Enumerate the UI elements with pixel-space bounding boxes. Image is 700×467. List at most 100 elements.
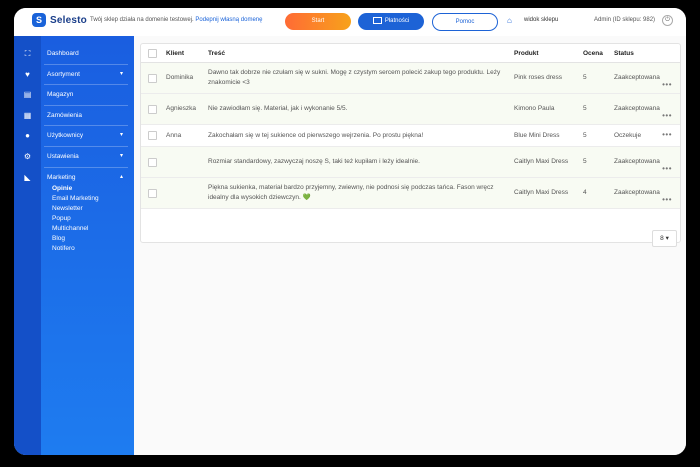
view-shop-link[interactable]: widok sklepu [524,17,558,23]
column-header-score[interactable]: Ocena [583,44,614,63]
row-checkbox[interactable] [148,157,157,167]
client-cell: Anna [166,124,208,147]
table-row[interactable]: Rozmiar standardowy, zazwyczaj noszę S, … [141,146,680,178]
column-header-product[interactable]: Produkt [514,44,583,63]
more-options-icon[interactable]: ••• [662,81,672,89]
sidebar-item-warehouse[interactable]: ▤ Magazyn [14,85,134,106]
sidebar-item-dashboard[interactable]: ⛶ Dashboard [14,44,134,65]
column-header-status[interactable]: Status [614,44,680,63]
status-cell: Zaakceptowana ••• [614,146,680,178]
select-all-cell [141,44,166,63]
table-row[interactable]: Agnieszka Nie zawiodłam się. Materiał, j… [141,93,680,125]
notice-text: Twój sklep działa na domenie testowej. [90,17,194,23]
row-checkbox[interactable] [148,73,157,83]
home-icon[interactable]: ⌂ [507,17,515,25]
submenu-item-popup[interactable]: Popup [52,214,99,224]
reviews-table: Klient Treść Produkt Ocena Status Domini… [141,44,680,209]
select-all-checkbox[interactable] [148,48,157,58]
product-cell: Pink roses dress [514,62,583,94]
status-cell: Zaakceptowana ••• [614,93,680,125]
client-cell [166,177,208,209]
chevron-down-icon: ▾ [120,132,124,139]
domain-notice: Twój sklep działa na domenie testowej. P… [90,17,262,23]
page-size-value: 8 [660,235,664,242]
table-row[interactable]: Dominika Dawno tak dobrze nie czułam się… [141,62,680,94]
app-window: S Selesto Twój sklep działa na domenie t… [14,8,686,455]
marketing-submenu: Opinie Email Marketing Newsletter Popup … [52,184,99,254]
notice-link[interactable]: Podepnij własną domenę [195,17,262,23]
chevron-down-icon: ▾ [120,70,124,77]
submenu-item-reviews[interactable]: Opinie [52,184,99,194]
sidebar-item-label: Użytkownicy [47,132,84,140]
user-icon: ● [25,131,30,141]
more-options-icon[interactable]: ••• [662,131,672,139]
help-button[interactable]: Pomoc [432,13,498,31]
sidebar-menu: ⛶ Dashboard ♥ Asortyment ▾ ▤ Magazyn ▦ Z… [14,44,134,188]
content-cell: Dawno tak dobrze nie czułam się w sukni.… [208,62,514,94]
row-checkbox[interactable] [148,131,157,140]
submenu-item-multichannel[interactable]: Multichannel [52,224,99,234]
sidebar-item-orders[interactable]: ▦ Zamówienia [14,106,134,127]
score-cell: 5 [583,93,614,125]
logo-text: Selesto [50,14,87,26]
start-button[interactable]: Start [285,13,351,30]
row-select-cell [141,93,166,125]
payments-label: Płatności [384,18,410,24]
top-bar: S Selesto Twój sklep działa na domenie t… [14,8,686,37]
score-cell: 5 [583,146,614,178]
sidebar-item-label: Dashboard [47,50,79,57]
sidebar-item-settings[interactable]: ⚙ Ustawienia ▾ [14,147,134,168]
sidebar-item-label: Zamówienia [47,111,83,119]
submenu-item-email-marketing[interactable]: Email Marketing [52,194,99,204]
more-options-icon[interactable]: ••• [662,112,672,120]
product-cell: Caitlyn Maxi Dress [514,146,583,178]
admin-label: Admin (ID sklepu: 982) [594,17,656,23]
row-checkbox[interactable] [148,104,157,114]
grid-icon: ⛶ [24,49,31,58]
table-row[interactable]: Anna Zakochałam się w tej sukience od pi… [141,124,680,147]
row-select-cell [141,124,166,147]
more-options-icon[interactable]: ••• [662,165,672,173]
shirt-icon: ♥ [25,69,30,79]
card-icon [372,16,382,24]
submenu-item-newsletter[interactable]: Newsletter [52,204,99,214]
score-cell: 5 [583,124,614,147]
reviews-panel: Klient Treść Produkt Ocena Status Domini… [140,43,681,247]
submenu-item-notifero[interactable]: Notifero [52,244,99,254]
sidebar-item-users[interactable]: ● Użytkownicy ▾ [14,126,134,147]
status-cell: Oczekuje ••• [614,124,680,147]
sidebar-item-label: Magazyn [47,91,74,99]
row-select-cell [141,62,166,94]
chevron-down-icon: ▾ [120,152,124,159]
logo[interactable]: S Selesto [32,13,87,27]
orders-icon: ▦ [23,110,32,120]
chevron-up-icon: ▴ [120,173,124,180]
more-options-icon[interactable]: ••• [662,196,672,204]
submenu-item-blog[interactable]: Blog [52,234,99,244]
status-cell: Zaakceptowana ••• [614,62,680,94]
table-header-row: Klient Treść Produkt Ocena Status [141,44,680,63]
main-content: Klient Treść Produkt Ocena Status Domini… [134,36,686,455]
content-cell: Rozmiar standardowy, zazwyczaj noszę S, … [208,146,514,178]
score-cell: 5 [583,62,614,94]
payments-button[interactable]: Płatności [358,13,424,30]
column-header-client[interactable]: Klient [166,44,208,63]
row-checkbox[interactable] [148,188,157,198]
page-size-select[interactable]: 8 ▾ [652,230,677,247]
sidebar-item-label: Marketing [47,173,76,181]
client-cell [166,146,208,178]
sidebar-item-assortment[interactable]: ♥ Asortyment ▾ [14,65,134,86]
row-select-cell [141,146,166,178]
product-cell: Blue Mini Dress [514,124,583,147]
row-select-cell [141,177,166,209]
sidebar-item-label: Asortyment [47,70,80,78]
power-icon[interactable]: ⏻ [662,15,673,26]
column-header-content[interactable]: Treść [208,44,514,63]
table-row[interactable]: Piękna sukienka, materiał bardzo przyjem… [141,177,680,209]
content-cell: Piękna sukienka, materiał bardzo przyjem… [208,177,514,209]
client-cell: Agnieszka [166,93,208,125]
product-cell: Kimono Paula [514,93,583,125]
content-cell: Zakochałam się w tej sukience od pierwsz… [208,124,514,147]
score-cell: 4 [583,177,614,209]
logo-icon: S [32,13,46,27]
